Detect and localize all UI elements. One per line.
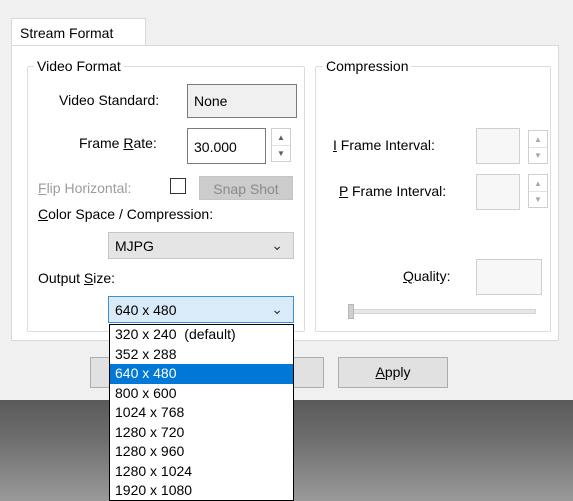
i-frame-label-post: Frame Interval: (336, 137, 435, 153)
output-size-select[interactable]: 640 x 480 ⌄ (108, 296, 294, 323)
frame-rate-input[interactable]: 30.000 (187, 128, 266, 164)
frame-rate-label-post: ate: (133, 135, 157, 151)
quality-label: Quality: (403, 268, 450, 284)
i-frame-interval-spinner[interactable]: ▲ ▼ (528, 130, 548, 164)
spin-down-icon[interactable]: ▼ (529, 147, 547, 163)
spin-up-icon[interactable]: ▲ (272, 129, 290, 146)
spin-up-icon[interactable]: ▲ (529, 175, 547, 192)
spin-down-icon[interactable]: ▼ (529, 191, 547, 207)
color-space-value: MJPG (115, 238, 154, 254)
frame-rate-label: Frame Rate: (79, 135, 157, 151)
output-size-label-pre: Output (38, 270, 84, 286)
frame-rate-label-pre: Frame (79, 135, 124, 151)
flip-horizontal-checkbox[interactable] (170, 178, 186, 194)
i-frame-interval-label: I Frame Interval: (333, 137, 435, 153)
output-size-label-accel: S (83, 270, 94, 286)
quality-label-post: uality: (413, 268, 451, 284)
p-frame-interval-spinner[interactable]: ▲ ▼ (528, 174, 548, 208)
snap-shot-label: Snap Shot (213, 181, 279, 197)
video-standard-field: None (187, 84, 297, 118)
output-size-option[interactable]: 800 x 600 (110, 384, 293, 404)
output-size-option[interactable]: 640 x 480 (110, 364, 293, 384)
output-size-option[interactable]: 1280 x 1024 (110, 462, 293, 482)
spin-up-icon[interactable]: ▲ (529, 131, 547, 148)
compression-legend-text: Compression (326, 58, 409, 74)
p-frame-interval-label: P Frame Interval: (339, 183, 446, 199)
color-space-select[interactable]: MJPG ⌄ (108, 232, 294, 259)
output-size-option[interactable]: 1280 x 960 (110, 442, 293, 462)
video-format-legend-text: Video Format (37, 58, 121, 74)
apply-button[interactable]: Apply (338, 357, 448, 388)
output-size-dropdown-list[interactable]: 320 x 240 (default) 352 x 288 640 x 480 800… (109, 324, 294, 501)
output-size-option[interactable]: 1280 x 720 (110, 423, 293, 443)
output-size-option[interactable]: 1920 x 1080 (110, 481, 293, 501)
video-standard-value: None (194, 93, 228, 109)
apply-label-accel: A (375, 364, 385, 380)
quality-input[interactable] (476, 259, 542, 295)
flip-horizontal-label-accel: F (38, 180, 47, 196)
frame-rate-spinner[interactable]: ▲ ▼ (271, 128, 291, 162)
quality-slider-thumb[interactable] (348, 304, 354, 319)
output-size-option[interactable]: 320 x 240 (default) (110, 325, 293, 345)
color-space-label-post: olor Space / Compression: (48, 206, 214, 222)
chevron-down-icon: ⌄ (271, 301, 283, 317)
p-frame-interval-input[interactable] (476, 174, 520, 210)
spin-down-icon[interactable]: ▼ (272, 145, 290, 161)
color-space-label: Color Space / Compression: (38, 206, 213, 222)
p-frame-label-post: Frame Interval: (348, 183, 447, 199)
compression-legend: Compression (323, 58, 412, 74)
i-frame-interval-input[interactable] (476, 128, 520, 164)
video-standard-label: Video Standard: (59, 92, 159, 108)
tab-stream-format[interactable]: Stream Format (11, 18, 146, 46)
output-size-label: Output Size: (38, 270, 115, 286)
flip-horizontal-label-post: lip Horizontal: (46, 180, 132, 196)
p-frame-label-accel: P (339, 183, 349, 199)
frame-rate-label-accel: R (123, 135, 134, 151)
chevron-down-icon: ⌄ (271, 237, 283, 253)
output-size-option[interactable]: 352 x 288 (110, 345, 293, 365)
video-standard-label-text: Video Standard: (59, 92, 160, 108)
color-space-label-accel: C (38, 206, 49, 222)
quality-label-accel: Q (403, 268, 414, 284)
quality-slider-track[interactable] (348, 309, 536, 314)
tab-stream-format-label: Stream Format (20, 25, 114, 41)
video-format-legend: Video Format (34, 58, 124, 74)
output-size-value: 640 x 480 (115, 302, 177, 318)
output-size-label-post: ize: (93, 270, 116, 286)
output-size-option[interactable]: 1024 x 768 (110, 403, 293, 423)
apply-label-post: pply (384, 364, 411, 380)
frame-rate-value: 30.000 (194, 139, 237, 155)
snap-shot-button[interactable]: Snap Shot (199, 176, 293, 200)
flip-horizontal-label: Flip Horizontal: (38, 180, 131, 196)
